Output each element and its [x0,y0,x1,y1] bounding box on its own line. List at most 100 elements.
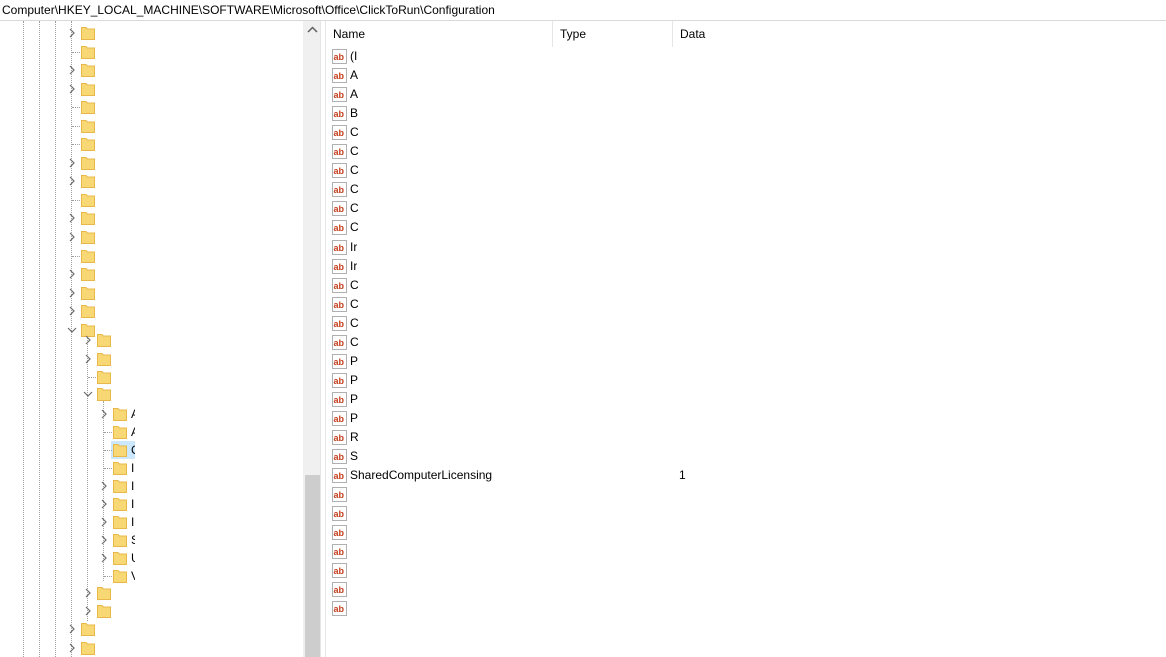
value-row[interactable]: ab A [326,85,1166,104]
tree-key-label[interactable]: V [131,567,135,585]
address-bar[interactable]: Computer\HKEY_LOCAL_MACHINE\SOFTWARE\Mic… [0,0,1166,21]
folder-icon[interactable] [113,478,127,493]
tree-key-label[interactable]: I [131,477,135,495]
value-row[interactable]: ab C [326,142,1166,161]
folder-icon[interactable] [113,406,127,421]
value-row[interactable]: ab S [326,447,1166,466]
value-row[interactable]: ab [326,599,1166,618]
column-header-data[interactable]: Data [673,21,1166,47]
tree-key-label[interactable]: S [131,531,135,549]
expand-chevron-icon[interactable] [66,175,78,187]
expand-chevron-icon[interactable] [98,408,110,420]
expand-chevron-icon[interactable] [98,498,110,510]
value-row[interactable]: ab C [326,199,1166,218]
tree-key-label[interactable]: I [131,513,135,531]
value-row[interactable]: ab Ir [326,257,1166,276]
scroll-up-arrow-icon[interactable] [304,21,321,38]
column-header-name[interactable]: Name [326,21,553,47]
collapse-chevron-icon[interactable] [66,324,78,336]
expand-chevron-icon[interactable] [98,516,110,528]
expand-chevron-icon[interactable] [66,157,78,169]
tree-key-label[interactable]: I [131,495,135,513]
tree-key-label[interactable]: A [131,423,135,441]
value-row[interactable]: ab [326,523,1166,542]
value-row[interactable]: ab R [326,428,1166,447]
folder-icon[interactable] [81,640,95,655]
expand-chevron-icon[interactable] [66,231,78,243]
value-row[interactable]: ab C [326,276,1166,295]
folder-icon[interactable] [81,621,95,636]
value-row[interactable]: ab P [326,352,1166,371]
folder-icon[interactable] [81,229,95,244]
collapse-chevron-icon[interactable] [82,388,94,400]
value-row[interactable]: ab [326,542,1166,561]
tree-vertical-scrollbar[interactable] [303,21,320,657]
folder-icon[interactable] [81,303,95,318]
value-row[interactable]: ab C [326,218,1166,237]
folder-icon[interactable] [81,44,95,59]
expand-chevron-icon[interactable] [66,642,78,654]
folder-icon[interactable] [97,603,111,618]
expand-chevron-icon[interactable] [66,268,78,280]
value-row[interactable]: ab [326,504,1166,523]
expand-chevron-icon[interactable] [66,27,78,39]
folder-icon[interactable] [113,550,127,565]
value-row[interactable]: ab Ir [326,238,1166,257]
value-row[interactable]: ab A [326,66,1166,85]
folder-icon[interactable] [113,424,127,439]
folder-icon[interactable] [113,568,127,583]
expand-chevron-icon[interactable] [82,587,94,599]
value-row[interactable]: ab P [326,390,1166,409]
value-row[interactable]: ab C [326,180,1166,199]
folder-icon[interactable] [81,136,95,151]
folder-icon[interactable] [81,99,95,114]
value-row[interactable]: ab C [326,333,1166,352]
expand-chevron-icon[interactable] [82,353,94,365]
tree-key-label[interactable]: A [131,405,135,423]
value-row[interactable]: ab P [326,371,1166,390]
expand-chevron-icon[interactable] [98,534,110,546]
folder-icon[interactable] [81,192,95,207]
scroll-thumb[interactable] [305,475,320,657]
expand-chevron-icon[interactable] [66,305,78,317]
folder-icon[interactable] [81,210,95,225]
folder-icon[interactable] [113,460,127,475]
folder-icon[interactable] [113,514,127,529]
folder-icon[interactable] [81,248,95,263]
values-list[interactable]: Name Type Data ab (I ab Aab Aab Bab Cab Cab Cab C… [326,21,1166,657]
tree-key-label[interactable]: U [131,549,135,567]
expand-chevron-icon[interactable] [82,334,94,346]
value-row[interactable]: ab [326,580,1166,599]
folder-icon[interactable] [97,585,111,600]
value-row[interactable]: ab C [326,161,1166,180]
value-row[interactable]: ab SharedComputerLicensing 1 [326,466,1166,485]
folder-icon[interactable] [97,351,111,366]
folder-icon[interactable] [81,62,95,77]
folder-icon[interactable] [81,81,95,96]
value-row[interactable]: ab P [326,409,1166,428]
folder-icon[interactable] [81,285,95,300]
value-row[interactable]: ab B [326,104,1166,123]
folder-icon[interactable] [81,25,95,40]
folder-icon[interactable] [81,173,95,188]
address-path[interactable]: Computer\HKEY_LOCAL_MACHINE\SOFTWARE\Mic… [2,3,495,17]
folder-icon[interactable] [81,155,95,170]
value-row[interactable]: ab [326,485,1166,504]
folder-icon[interactable] [81,266,95,281]
folder-icon[interactable] [81,118,95,133]
tree-key-label[interactable]: I [131,459,135,477]
folder-icon[interactable] [113,532,127,547]
expand-chevron-icon[interactable] [82,605,94,617]
expand-chevron-icon[interactable] [98,552,110,564]
expand-chevron-icon[interactable] [66,623,78,635]
value-row[interactable]: ab C [326,314,1166,333]
expand-chevron-icon[interactable] [98,480,110,492]
expand-chevron-icon[interactable] [66,64,78,76]
expand-chevron-icon[interactable] [66,287,78,299]
column-header-type[interactable]: Type [553,21,673,47]
folder-icon[interactable] [97,369,111,384]
folder-icon[interactable] [113,442,127,457]
value-row[interactable]: ab [326,561,1166,580]
folder-icon[interactable] [113,496,127,511]
folder-icon[interactable] [97,386,111,401]
